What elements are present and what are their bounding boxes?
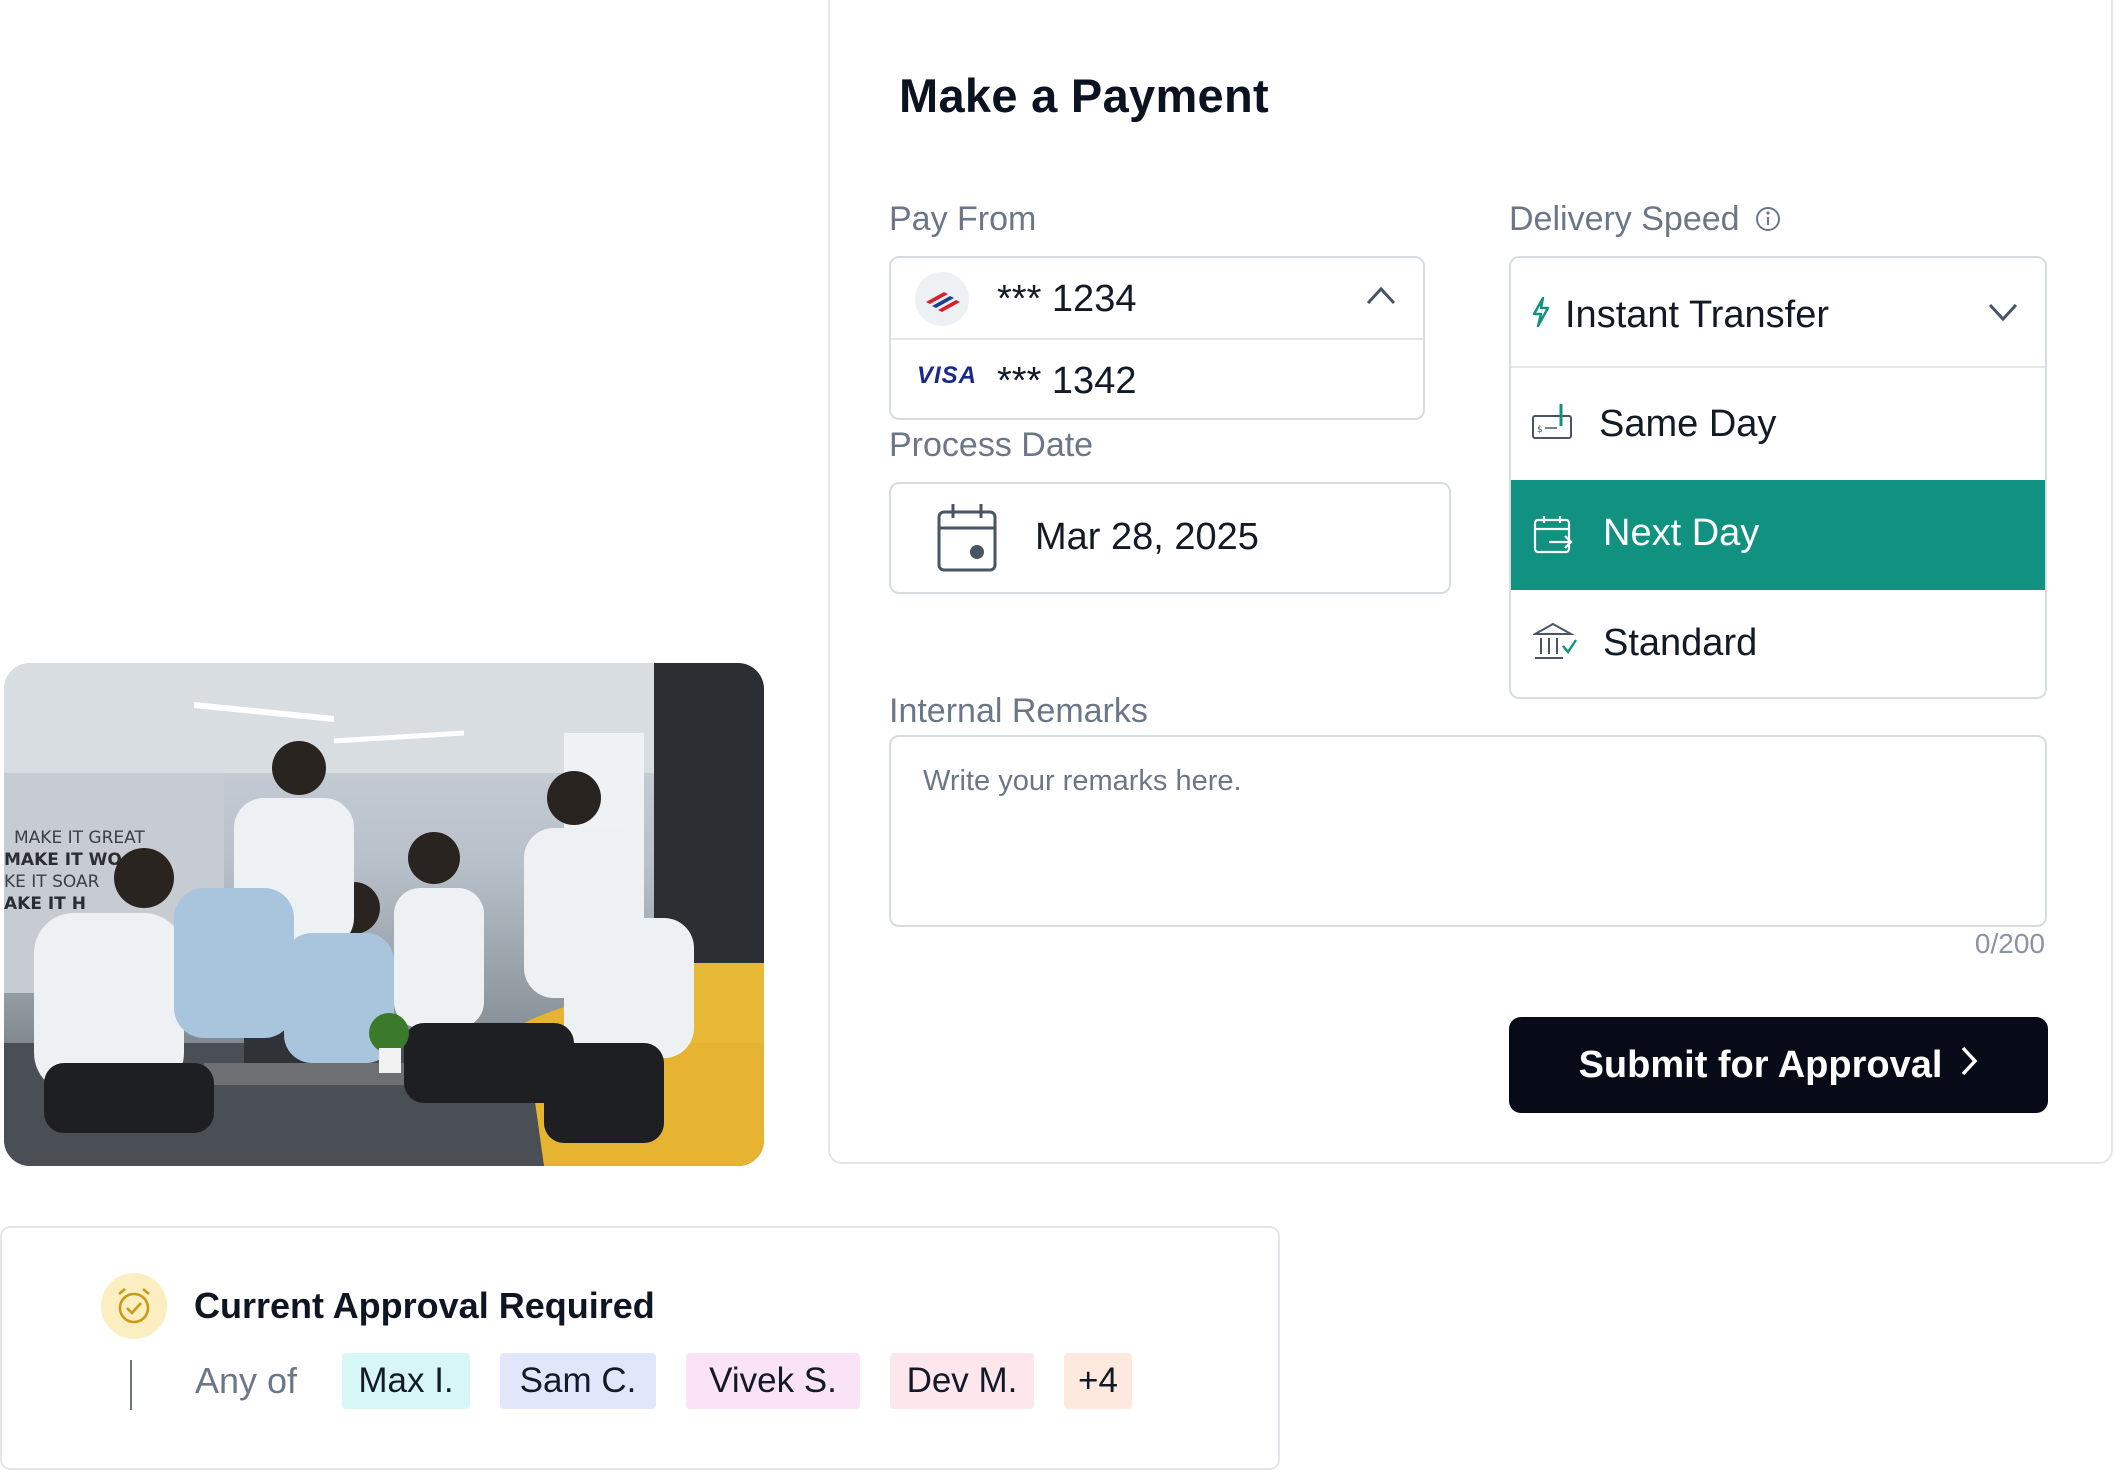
info-icon[interactable] <box>1755 202 1781 241</box>
team-meeting-photo: MAKE IT GREAT MAKE IT WO KE IT SOAR AKE … <box>4 663 764 1166</box>
svg-text:$: $ <box>1537 425 1543 435</box>
delivery-speed-dropdown[interactable]: Instant Transfer $ Same Day Next Day Sta… <box>1509 256 2047 699</box>
process-date-input[interactable]: Mar 28, 2025 <box>889 482 1451 594</box>
approver-chip[interactable]: Max I. <box>342 1353 470 1409</box>
approver-chip[interactable]: Dev M. <box>890 1353 1034 1409</box>
delivery-speed-label: Delivery Speed <box>1509 200 1781 241</box>
svg-text:KE IT SOAR: KE IT SOAR <box>4 872 100 892</box>
account-number: *** 1342 <box>997 360 1137 402</box>
lightning-icon <box>1531 296 1551 333</box>
approval-card <box>0 1226 1280 1470</box>
account-option-1342[interactable]: VISA *** 1342 <box>891 340 1423 420</box>
account-number: *** 1234 <box>997 278 1137 320</box>
svg-text:MAKE IT WO: MAKE IT WO <box>4 850 122 870</box>
chevron-up-icon[interactable] <box>1365 284 1397 311</box>
submit-label: Submit for Approval <box>1578 1043 1943 1086</box>
approval-title: Current Approval Required <box>194 1285 655 1326</box>
calendar-icon <box>935 502 999 579</box>
submit-for-approval-button[interactable]: Submit for Approval <box>1509 1017 2048 1113</box>
delivery-speed-text: Delivery Speed <box>1509 200 1740 238</box>
account-option-1234[interactable]: *** 1234 <box>891 258 1423 340</box>
remarks-char-counter: 0/200 <box>1974 928 2045 959</box>
speed-option-label: Standard <box>1603 622 1758 664</box>
process-date-label: Process Date <box>889 426 1094 464</box>
process-date-value: Mar 28, 2025 <box>1035 516 1259 558</box>
speed-option-label: Same Day <box>1599 403 1777 445</box>
divider <box>130 1360 132 1410</box>
check-payment-icon: $ <box>1531 402 1573 447</box>
approver-chip[interactable]: Vivek S. <box>686 1353 860 1409</box>
pay-from-select[interactable]: *** 1234 VISA *** 1342 <box>889 256 1425 420</box>
speed-option-same-day[interactable]: $ Same Day <box>1511 370 2045 480</box>
internal-remarks-label: Internal Remarks <box>889 692 1148 730</box>
more-approvers-chip[interactable]: +4 <box>1064 1353 1132 1409</box>
calendar-arrow-icon <box>1533 514 1573 561</box>
alarm-clock-check-icon <box>101 1273 167 1339</box>
selected-speed-label: Instant Transfer <box>1565 294 1830 336</box>
any-of-label: Any of <box>195 1360 298 1401</box>
bank-building-icon <box>1531 622 1577 669</box>
speed-option-next-day[interactable]: Next Day <box>1511 480 2045 590</box>
svg-text:AKE IT H: AKE IT H <box>4 894 86 914</box>
page-title: Make a Payment <box>899 69 1269 122</box>
svg-text:MAKE IT GREAT: MAKE IT GREAT <box>14 828 145 848</box>
pay-from-label: Pay From <box>889 200 1037 238</box>
speed-option-label: Next Day <box>1603 512 1760 554</box>
bank-flag-logo-icon <box>915 272 969 326</box>
speed-option-standard[interactable]: Standard <box>1511 590 2045 697</box>
chevron-down-icon[interactable] <box>1987 302 2019 329</box>
approver-chip[interactable]: Sam C. <box>500 1353 656 1409</box>
visa-logo-icon: VISA <box>917 362 978 389</box>
chevron-right-icon <box>1960 1044 1978 1087</box>
delivery-speed-selected[interactable]: Instant Transfer <box>1511 258 2045 368</box>
remarks-textarea[interactable] <box>889 735 2047 927</box>
